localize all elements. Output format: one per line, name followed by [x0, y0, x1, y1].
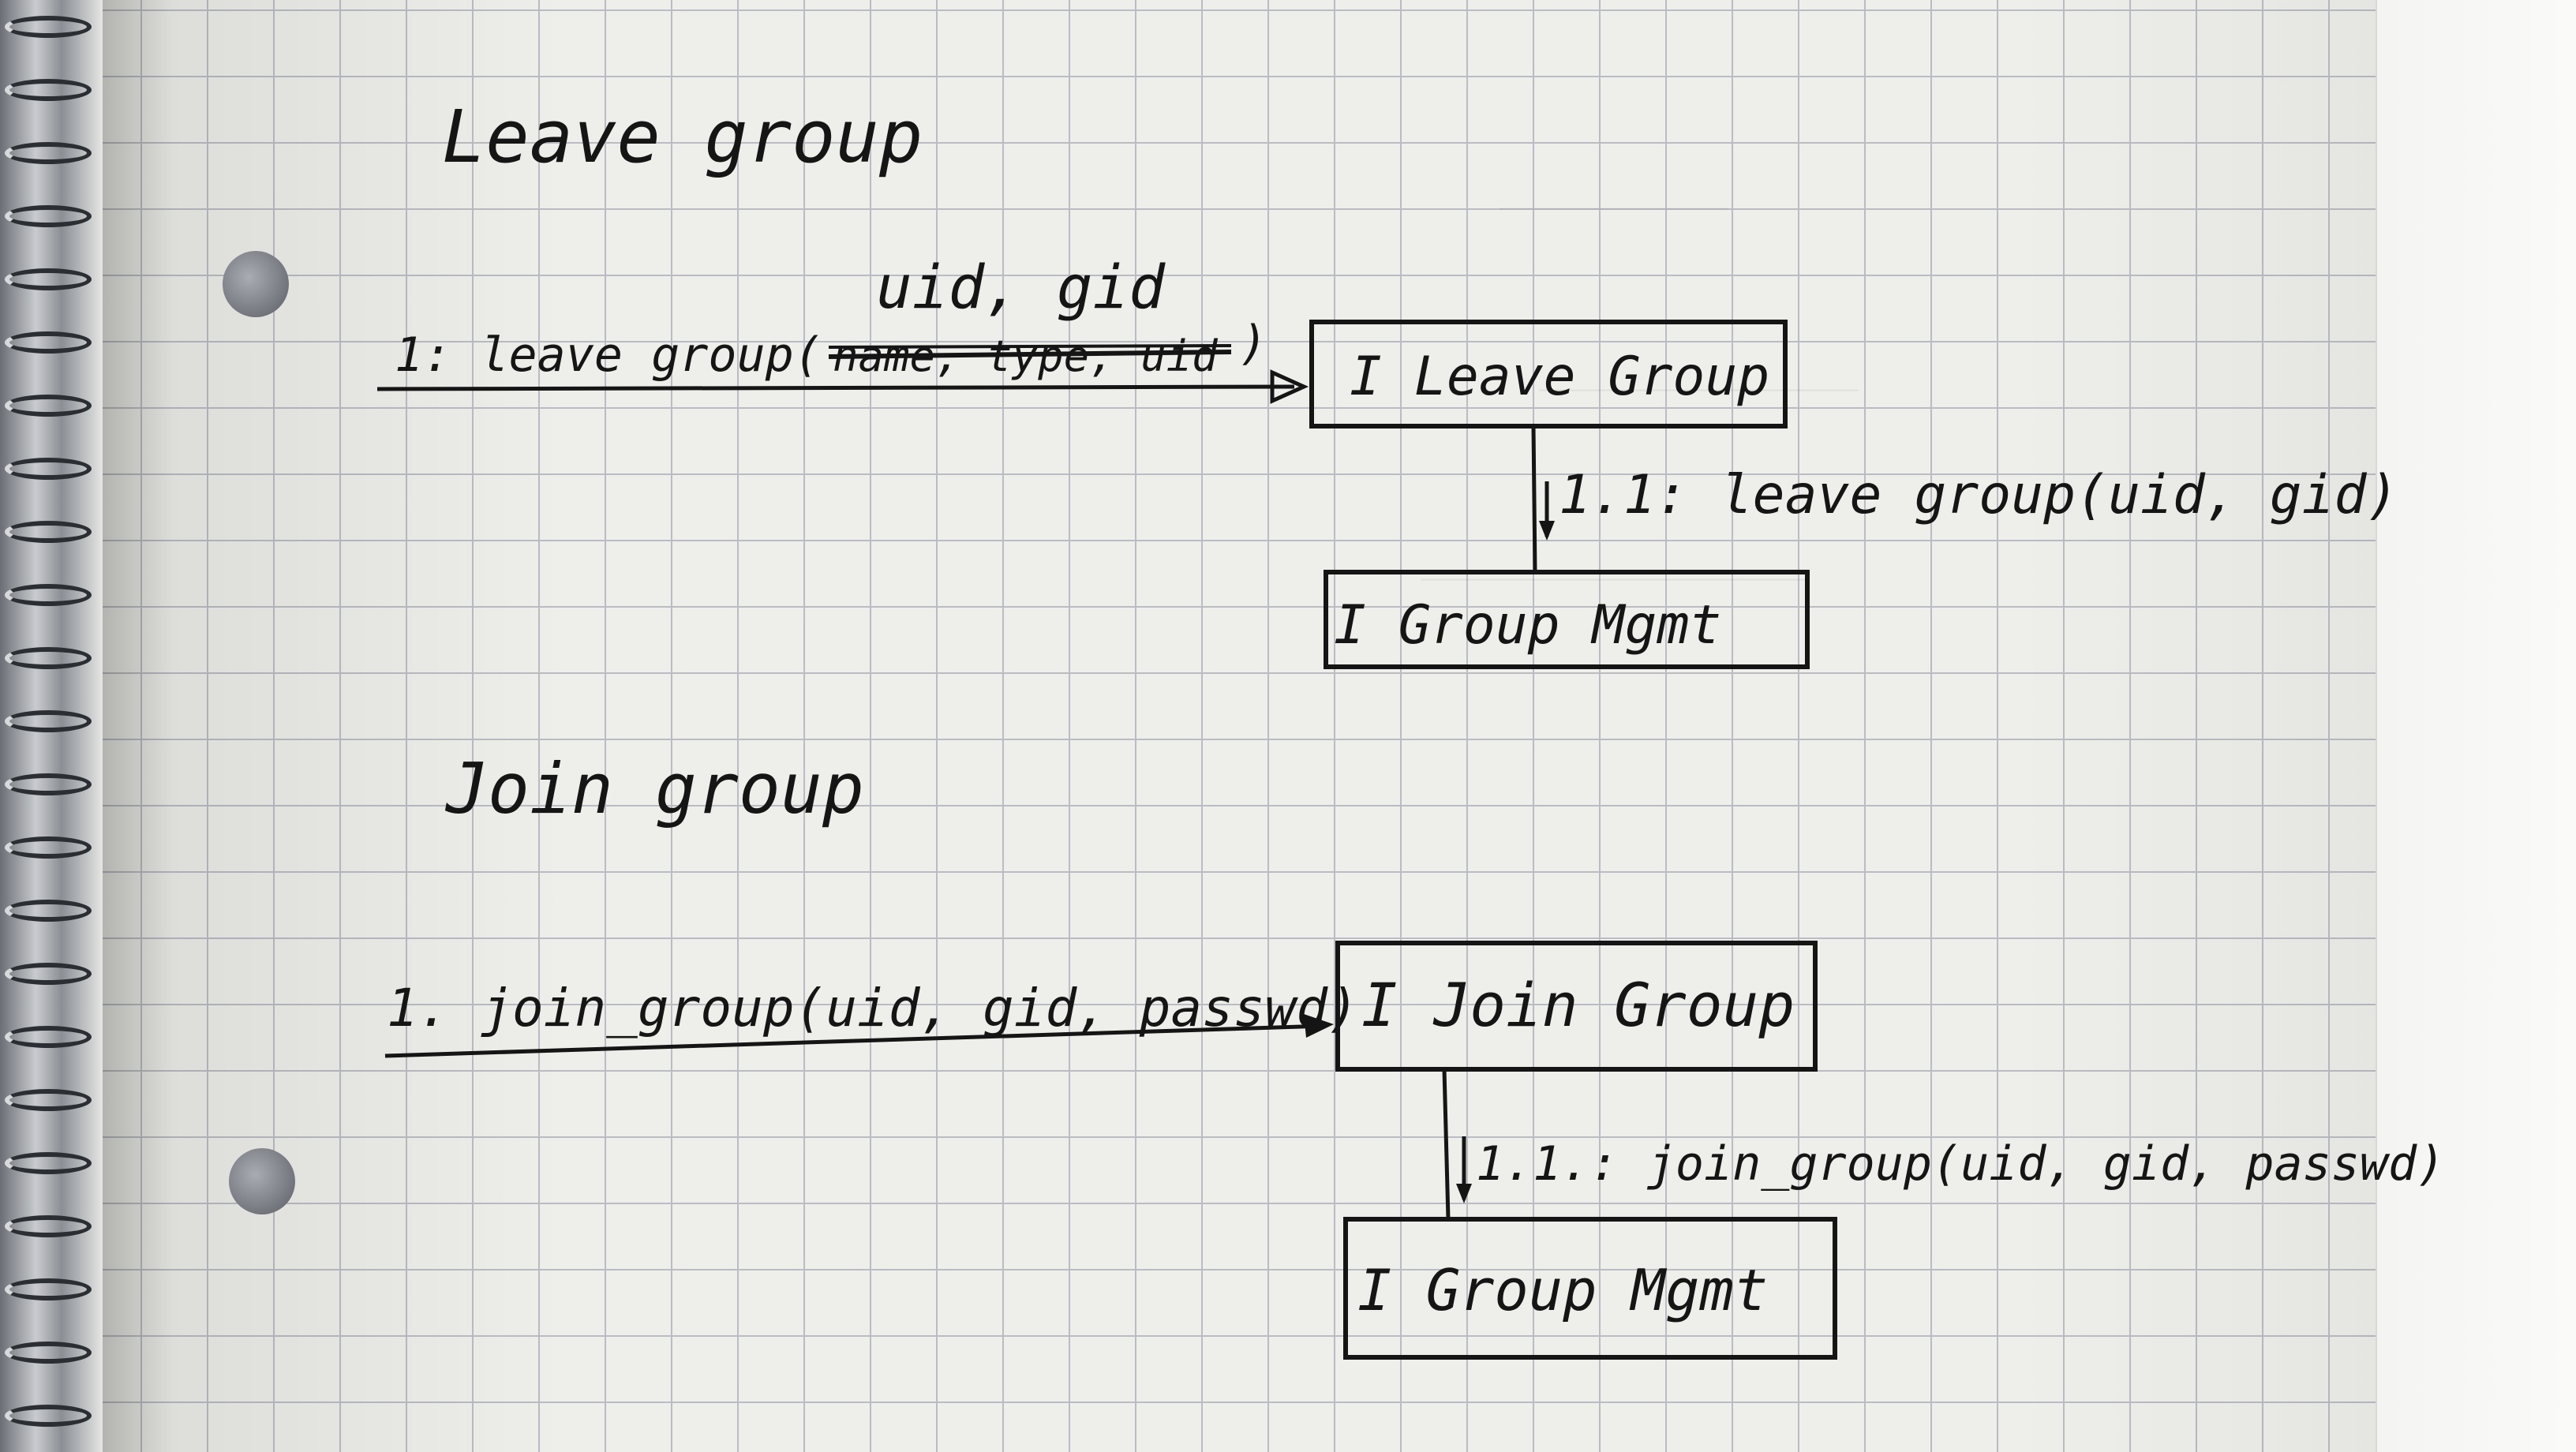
join-group-object-label: I Join Group [1361, 970, 1795, 1040]
join-message-2: 1.1.: join_group(uid, gid, passwd) [1476, 1136, 2445, 1192]
arrowhead-icon [1456, 1184, 1472, 1203]
leave-group-mgmt-label: I Group Mgmt [1334, 594, 1721, 657]
leave-inserted-params: uid, gid [876, 252, 1166, 322]
leave-group-heading: Leave group [442, 95, 923, 179]
join-link-line [1442, 1068, 1451, 1220]
notebook-page: __________ ______________ ______________… [0, 0, 2576, 1452]
leave-message-2: 1.1: leave group(uid, gid) [1559, 464, 2398, 526]
leave-message-1-suffix: ) [1239, 316, 1267, 371]
leave-link-line [1531, 425, 1537, 573]
join-group-heading: Join group [444, 748, 864, 829]
leave-message-1-arrow [376, 384, 1295, 391]
leave-message-1-prefix: 1: leave group( [395, 327, 822, 383]
leave-group-object-label: I Leave Group [1350, 346, 1769, 408]
arrowhead-icon [1539, 521, 1555, 541]
join-group-mgmt-label: I Group Mgmt [1357, 1257, 1768, 1323]
handwritten-diagram: Leave group uid, gid 1: leave group( nam… [376, 95, 2445, 1360]
strikethrough-line [828, 344, 1232, 349]
